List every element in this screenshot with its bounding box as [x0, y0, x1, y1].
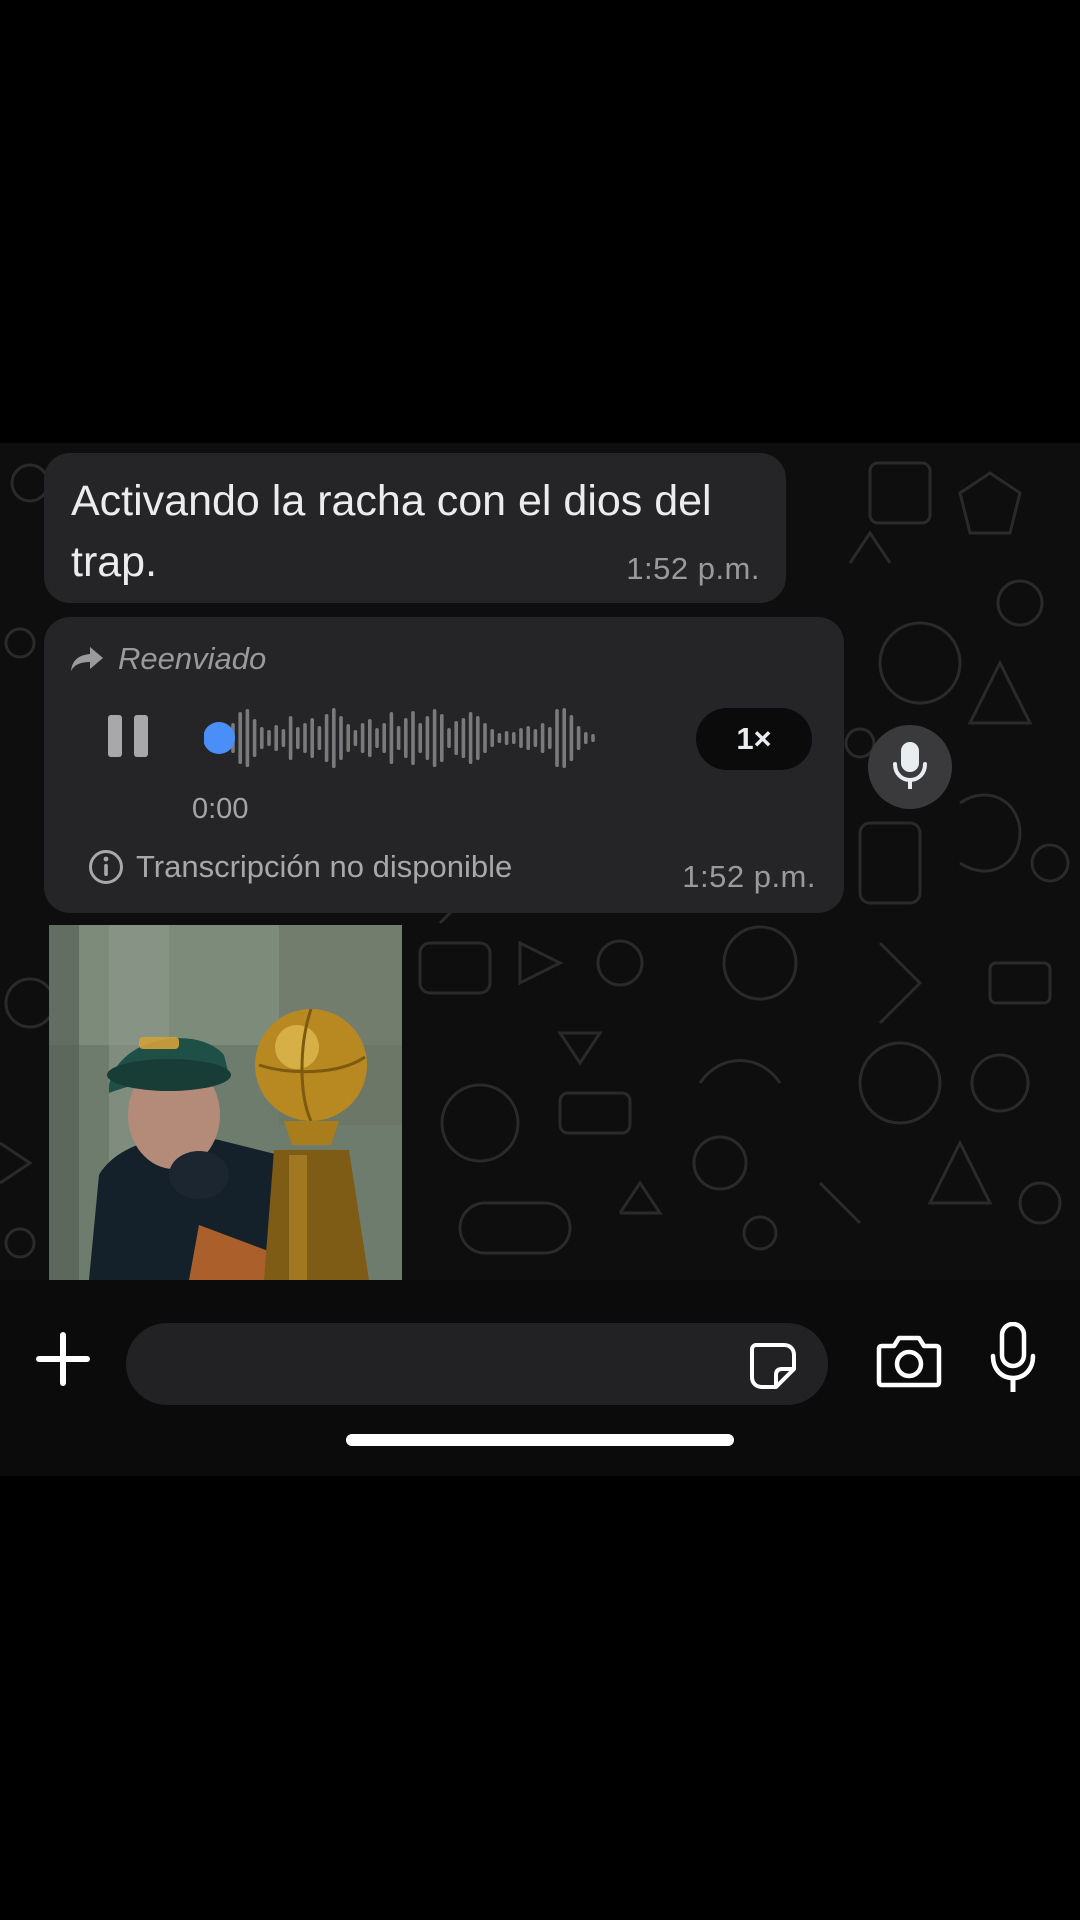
playback-speed-button[interactable]: 1× — [696, 708, 812, 770]
waveform-bar — [440, 714, 444, 762]
forward-arrow-icon — [71, 647, 103, 671]
message-input-container[interactable] — [126, 1323, 828, 1407]
waveform-bar — [332, 708, 336, 768]
composer-bar — [0, 1280, 1080, 1476]
waveform-bar — [476, 716, 480, 760]
waveform-bar — [461, 718, 466, 758]
waveform-bar — [267, 730, 271, 746]
waveform-bar — [375, 728, 379, 748]
waveform-bar — [382, 723, 386, 753]
waveform-bar — [238, 712, 242, 764]
waveform-bar — [497, 733, 502, 743]
image-message[interactable] — [49, 925, 402, 1280]
waveform-bar — [260, 727, 264, 749]
waveform-bar — [296, 727, 300, 749]
waveform-bar — [468, 712, 473, 764]
pause-button[interactable] — [108, 715, 152, 761]
playback-progress-dot[interactable] — [204, 722, 235, 754]
sticker-icon[interactable] — [748, 1341, 798, 1391]
waveform-bar — [288, 716, 293, 760]
waveform-bar — [360, 723, 365, 753]
text-message-bubble[interactable]: Activando la racha con el dios del trap.… — [44, 453, 786, 603]
waveform-bar — [454, 721, 458, 755]
waveform-bar — [310, 718, 314, 758]
microphone-icon — [893, 742, 927, 789]
waveform-bar — [346, 724, 350, 752]
message-time: 1:52 p.m. — [626, 551, 760, 586]
waveform-bar — [396, 726, 401, 750]
waveform-bar — [389, 712, 394, 764]
waveform-bar — [317, 726, 322, 750]
waveform-bar — [512, 732, 516, 744]
waveform-bar — [303, 723, 307, 753]
waveform-bar — [281, 729, 286, 747]
voice-duration: 0:00 — [192, 793, 249, 825]
waveform-bar — [274, 725, 278, 751]
waveform-bar — [404, 718, 408, 758]
waveform-bar — [411, 711, 415, 765]
forwarded-label: Reenviado — [118, 641, 267, 676]
waveform-bar — [368, 719, 372, 757]
plus-icon[interactable] — [30, 1326, 96, 1392]
waveform-bar — [526, 726, 530, 750]
waveform-bar — [591, 734, 595, 742]
forwarded-header: Reenviado — [70, 639, 266, 679]
photo-thumbnail — [49, 925, 402, 1280]
waveform-bar — [584, 732, 588, 744]
voice-message-bubble[interactable]: Reenviado 1× 0:00 Transcripción no dispo… — [44, 617, 844, 913]
waveform-bar — [339, 716, 343, 760]
waveform-bar — [562, 708, 566, 768]
waveform-bar — [490, 729, 494, 747]
waveform-bar — [548, 727, 552, 749]
waveform-bar — [245, 709, 250, 767]
audio-waveform[interactable] — [204, 705, 684, 771]
waveform-bar — [483, 723, 487, 753]
camera-icon[interactable] — [876, 1332, 942, 1388]
waveform-bar — [353, 730, 358, 746]
waveform-bar — [569, 715, 574, 761]
info-icon — [89, 850, 123, 884]
microphone-icon[interactable] — [988, 1322, 1038, 1396]
transcription-label: Transcripción no disponible — [136, 849, 513, 884]
waveform-bar — [519, 728, 523, 748]
waveform-bar — [540, 723, 545, 753]
waveform-bar — [432, 709, 437, 767]
home-indicator[interactable] — [346, 1434, 734, 1446]
waveform-bar — [576, 726, 581, 750]
transcription-status[interactable]: Transcripción no disponible — [88, 849, 512, 885]
voice-transcribe-button[interactable] — [868, 725, 952, 809]
waveform-bar — [252, 719, 257, 757]
waveform-bar — [324, 714, 329, 762]
waveform-bar — [425, 716, 430, 760]
message-time: 1:52 p.m. — [682, 859, 816, 894]
chat-screen: Activando la racha con el dios del trap.… — [0, 443, 1080, 1476]
waveform-bar — [533, 729, 538, 747]
waveform-bar — [555, 709, 559, 767]
waveform-bar — [504, 731, 509, 745]
waveform-bar — [447, 728, 451, 748]
message-input[interactable] — [156, 1323, 720, 1407]
waveform-bar — [418, 723, 422, 753]
